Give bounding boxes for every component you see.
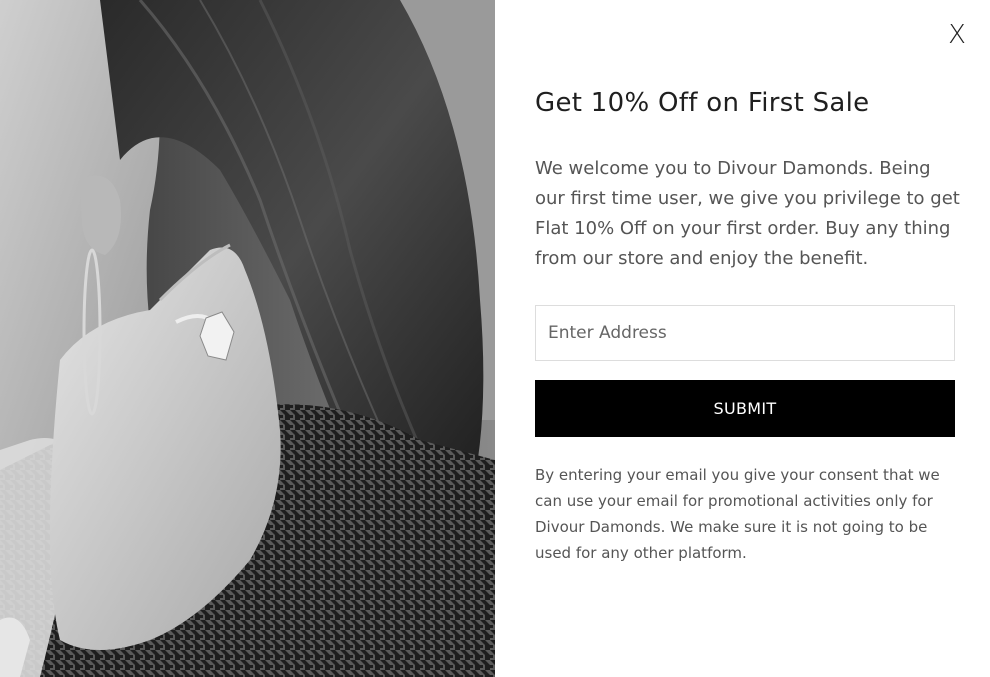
popup-intro-text: We welcome you to Divour Damonds. Being …	[535, 158, 960, 269]
popup-title: Get 10% Off on First Sale	[535, 88, 870, 118]
discount-popup: X Get 10% Off on First Sale We welcome y…	[0, 0, 990, 677]
close-button[interactable]: X	[944, 20, 970, 50]
promo-photo-graphic	[0, 0, 495, 677]
promo-photo	[0, 0, 495, 677]
consent-text: By entering your email you give your con…	[535, 466, 940, 562]
popup-content: X Get 10% Off on First Sale We welcome y…	[495, 0, 990, 677]
address-input[interactable]	[535, 305, 955, 361]
submit-button[interactable]: SUBMIT	[535, 380, 955, 437]
